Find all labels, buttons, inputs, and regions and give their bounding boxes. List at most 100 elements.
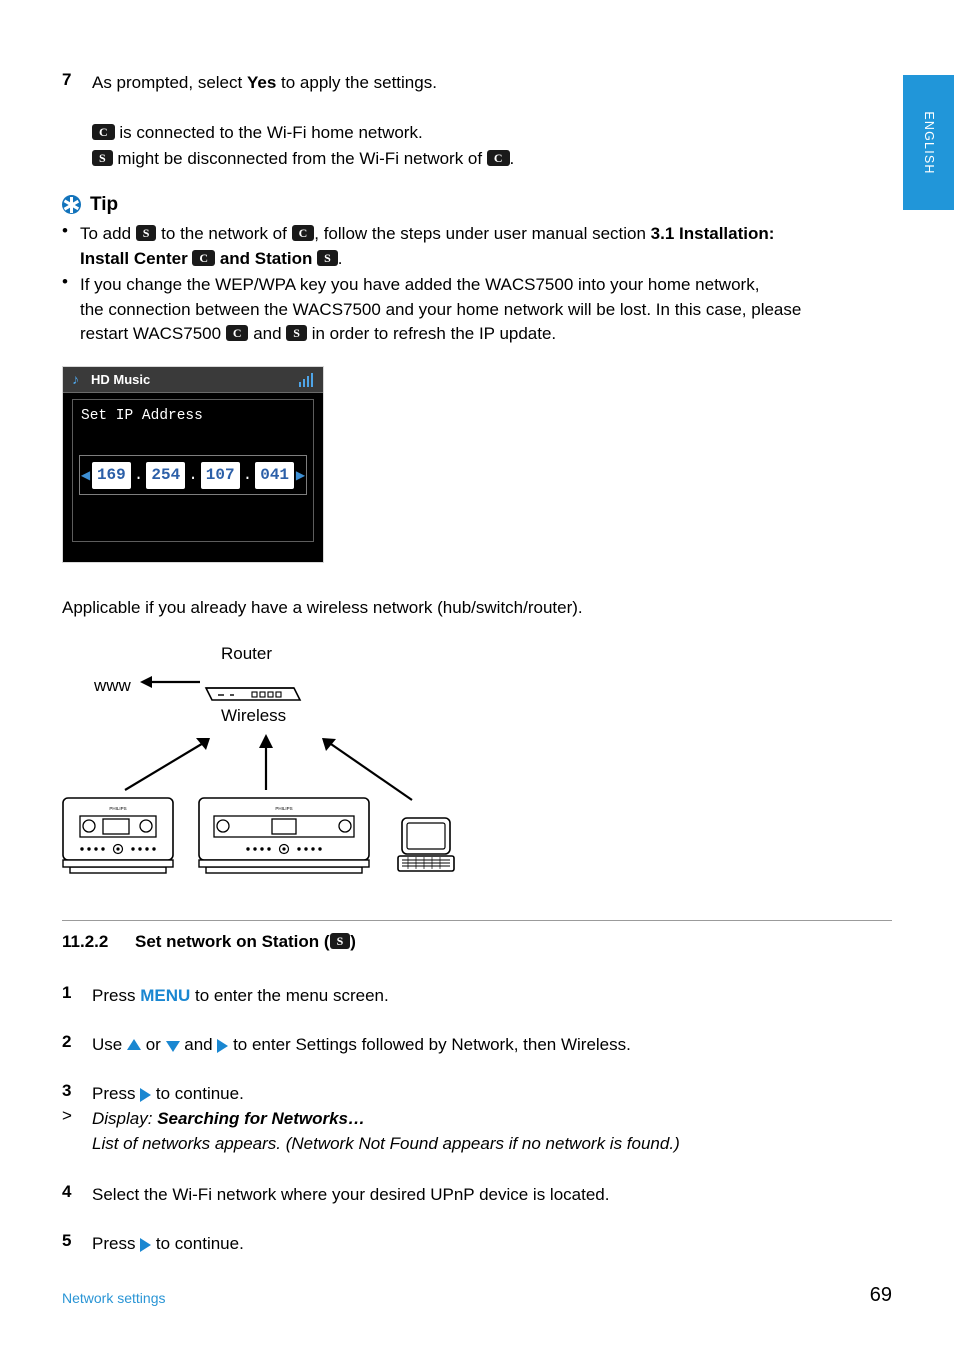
step-3-b: to continue.	[151, 1084, 244, 1103]
section-title-b: )	[350, 932, 356, 951]
display-marker: >	[62, 1106, 72, 1125]
tip-b1-bold2: Install Center	[80, 249, 193, 268]
network-diagram-graphics: PHILIPS PHILIPS	[62, 676, 455, 874]
step-5-number: 5	[62, 1231, 72, 1250]
ip-separator-3: .	[242, 466, 253, 484]
language-tab: ENGLISH	[903, 75, 954, 210]
page-number: 69	[869, 1284, 892, 1306]
chevron-right-icon[interactable]: ▶	[295, 468, 306, 482]
svg-text:PHILIPS: PHILIPS	[109, 806, 126, 811]
tip-bullet-1-marker: •	[62, 221, 68, 240]
status-line-2: S might be disconnected from the Wi-Fi n…	[92, 146, 852, 171]
center-badge-icon-b1b: C	[192, 250, 216, 266]
tip-b2-c: in order to refresh the IP update.	[306, 324, 557, 343]
step-7-number: 7	[62, 70, 72, 89]
tip-b2-b: and	[248, 324, 287, 343]
step-4-number: 4	[62, 1182, 72, 1201]
ip-separator-1: .	[133, 466, 144, 484]
step-3-text: Press to continue.	[92, 1081, 892, 1106]
tip-b1-a: To add	[80, 224, 136, 243]
step-2-b: or	[140, 1035, 166, 1054]
tip-b1-bold3: and Station	[215, 249, 318, 268]
station-badge-icon-b2: S	[286, 325, 307, 341]
signal-bars-icon	[299, 373, 315, 387]
tip-b1-b: to the network of	[156, 224, 292, 243]
ip-octet-3[interactable]: 107	[200, 461, 240, 489]
tip-bullet-2-marker: •	[62, 272, 68, 291]
step-5-b: to continue.	[151, 1234, 244, 1253]
status-line-2-text-a: might be disconnected from the Wi-Fi net…	[112, 149, 487, 168]
step-2-d: to enter Settings followed by Network, t…	[228, 1035, 631, 1054]
display-subtext: List of networks appears. (Network Not F…	[92, 1134, 680, 1153]
tip-icon	[62, 195, 81, 214]
ip-octet-2[interactable]: 254	[146, 461, 186, 489]
music-note-icon: ♪	[72, 371, 79, 387]
step-2-c: and	[179, 1035, 218, 1054]
tip-b1-bold1: 3.1 Installation:	[650, 224, 775, 243]
step-7-text-after: to apply the settings.	[276, 73, 437, 92]
language-tab-label: ENGLISH	[921, 110, 936, 175]
applicable-note: Applicable if you already have a wireles…	[62, 598, 583, 617]
tip-bullet-2-line-3: restart WACS7500 C and S in order to ref…	[80, 321, 900, 346]
step-1-b: to enter the menu screen.	[190, 986, 389, 1005]
step-7-bold: Yes	[246, 73, 277, 92]
arrow-right-icon	[217, 1038, 229, 1053]
step-5-text: Press to continue.	[92, 1231, 892, 1256]
svg-text:PHILIPS: PHILIPS	[275, 806, 292, 811]
status-line-1: C is connected to the Wi-Fi home network…	[92, 120, 852, 145]
step-2-text: Use or and to enter Settings followed by…	[92, 1032, 892, 1057]
arrow-right-icon-3	[140, 1237, 152, 1252]
ip-address-field[interactable]: ◀ 169 . 254 . 107 . 041 ▶	[79, 455, 307, 495]
arrow-down-icon	[165, 1041, 180, 1053]
section-divider	[62, 920, 892, 921]
section-number: 11.2.2	[62, 932, 109, 951]
step-7-text: As prompted, select Yes to apply the set…	[92, 70, 852, 95]
tip-bullet-1-line-1: To add S to the network of C, follow the…	[80, 221, 895, 246]
step-5-a: Press	[92, 1234, 141, 1253]
step-1-text: Press MENU to enter the menu screen.	[92, 983, 892, 1008]
tip-b2-a: restart WACS7500	[80, 324, 226, 343]
status-line-1-text: is connected to the Wi-Fi home network.	[114, 123, 423, 142]
device-screen-header: ♪ HD Music	[63, 367, 323, 393]
tip-bullet-2-line-2: the connection between the WACS7500 and …	[80, 300, 802, 319]
station-badge-icon: S	[92, 150, 113, 166]
step-1-number: 1	[62, 983, 72, 1002]
tip-title: Tip	[90, 194, 119, 215]
display-line: Display: Searching for Networks…	[92, 1106, 892, 1131]
ip-octet-4[interactable]: 041	[255, 461, 295, 489]
step-7-text-before: As prompted, select	[92, 73, 247, 92]
step-4-text: Select the Wi-Fi network where your desi…	[92, 1185, 610, 1204]
station-badge-icon-b1: S	[135, 225, 157, 241]
center-badge-icon-b2: C	[225, 325, 249, 341]
step-2-number: 2	[62, 1032, 72, 1051]
device-screen-body: Set IP Address ◀ 169 . 254 . 107 . 041 ▶	[72, 399, 314, 542]
tip-b1-d: .	[337, 249, 343, 268]
display-value: Searching for Networks…	[157, 1109, 366, 1128]
manual-page: ENGLISH 7 As prompted, select Yes to app…	[0, 0, 954, 1350]
arrow-up-icon	[126, 1039, 141, 1051]
center-badge-icon-b1: C	[291, 225, 315, 241]
step-1-a: Press	[92, 986, 141, 1005]
station-badge-icon-b1b: S	[317, 250, 338, 266]
status-line-2-text-b: .	[509, 149, 515, 168]
section-title-a: Set network on Station (	[135, 932, 330, 951]
step-3-number: 3	[62, 1081, 72, 1100]
network-diagram: Router www Wireless PHILIPS PHILIPS	[0, 630, 954, 920]
station-badge-icon-section: S	[329, 933, 351, 949]
set-ip-address-label: Set IP Address	[81, 408, 203, 424]
tip-bullet-1-line-2: Install Center C and Station S.	[80, 246, 895, 271]
ip-separator-2: .	[188, 466, 198, 484]
section-title: Set network on Station (S)	[135, 932, 356, 952]
step-3-a: Press	[92, 1084, 141, 1103]
arrow-right-icon-2	[140, 1087, 152, 1102]
chevron-left-icon[interactable]: ◀	[80, 468, 91, 482]
tip-b1-c: , follow the steps under user manual sec…	[314, 224, 651, 243]
ip-octet-1[interactable]: 169	[91, 461, 131, 489]
tip-bullet-2-line-1: If you change the WEP/WPA key you have a…	[80, 275, 760, 294]
display-label: Display:	[92, 1109, 158, 1128]
device-screen-title: HD Music	[91, 372, 151, 387]
menu-button-label: MENU	[140, 986, 191, 1005]
device-screen-illustration: ♪ HD Music Set IP Address ◀ 169 . 254 . …	[62, 366, 324, 563]
footer-section-label: Network settings	[62, 1290, 166, 1306]
step-2-a: Use	[92, 1035, 127, 1054]
